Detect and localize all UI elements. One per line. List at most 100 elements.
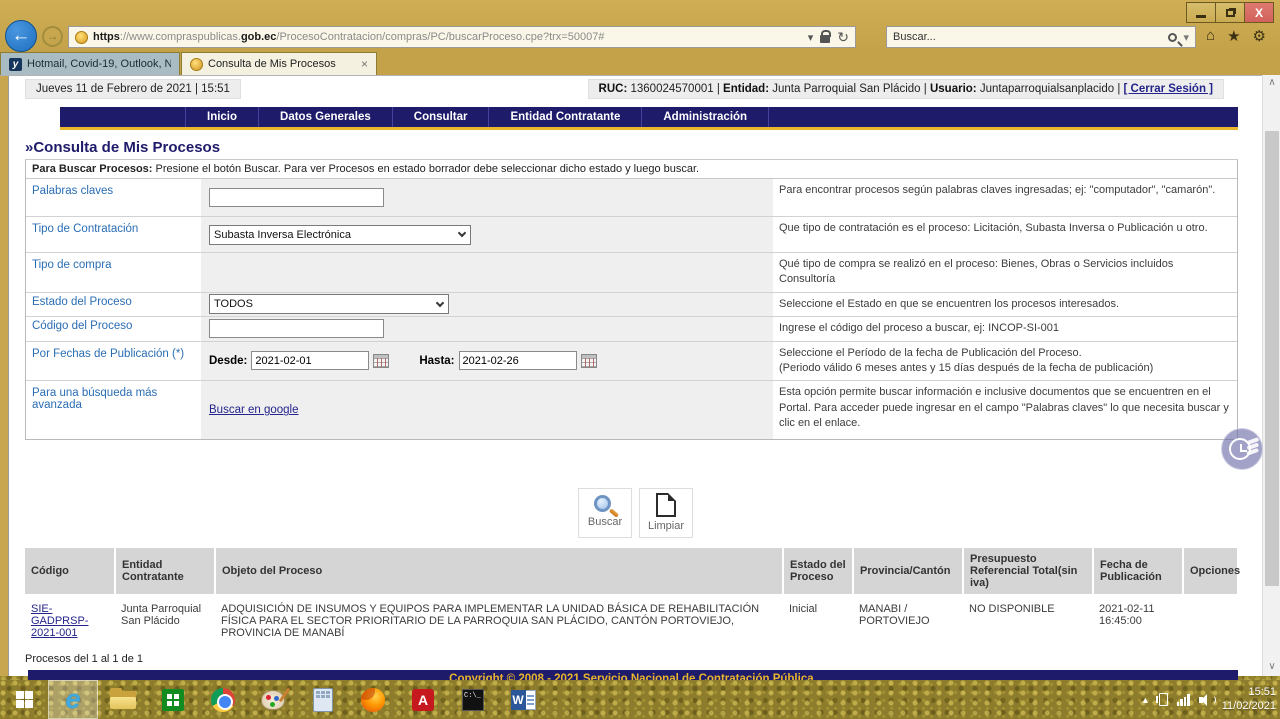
scroll-down-button[interactable]: ∨ (1263, 659, 1280, 676)
col-opciones: Opciones (1183, 548, 1238, 596)
session-bar: Jueves 11 de Febrero de 2021 | 15:51 RUC… (25, 79, 1224, 99)
tab-bar: y Hotmail, Covid-19, Outlook, N... Consu… (0, 52, 1280, 75)
buscar-button[interactable]: Buscar (578, 488, 632, 538)
estado-proceso-select[interactable]: TODOS (209, 294, 449, 314)
tab-hotmail[interactable]: y Hotmail, Covid-19, Outlook, N... (0, 52, 180, 75)
form-instruction: Para Buscar Procesos: Presione el botón … (26, 160, 1237, 179)
vertical-scrollbar[interactable]: ∧ ∨ (1262, 75, 1280, 676)
tipo-contratacion-select[interactable]: Subasta Inversa Electrónica (209, 225, 471, 245)
desde-label: Desde: (209, 355, 247, 367)
taskbar-adobe-reader[interactable]: A (398, 680, 448, 719)
scrollbar-thumb[interactable] (1265, 131, 1279, 586)
table-row: SIE-GADPRSP-2021-001 Junta Parroquial Sa… (25, 596, 1238, 646)
tray-expand-icon[interactable]: ▲ (1141, 695, 1150, 705)
search-icon[interactable] (1168, 33, 1177, 42)
col-fecha: Fecha de Publicación (1093, 548, 1183, 596)
field-help: Ingrese el código del proceso a buscar, … (773, 317, 1237, 340)
tab-close-icon[interactable]: × (361, 57, 368, 71)
window-close-button[interactable]: X (1244, 2, 1274, 23)
taskbar-chrome[interactable] (198, 680, 248, 719)
nav-item-consultar[interactable]: Consultar (393, 107, 490, 127)
browser-chrome: X ← → https://www.compraspublicas.gob.ec… (0, 0, 1280, 52)
proceso-link[interactable]: SIE-GADPRSP-2021-001 (31, 603, 88, 639)
results-table: Código Entidad Contratante Objeto del Pr… (25, 548, 1239, 645)
taskbar-clock[interactable]: 15:51 11/02/2021 (1222, 686, 1276, 714)
fecha-desde-input[interactable] (251, 351, 369, 370)
search-placeholder[interactable]: Buscar... (893, 31, 1168, 43)
limpiar-button[interactable]: Limpiar (639, 488, 693, 538)
browser-search-box[interactable]: Buscar... ▾ (886, 26, 1196, 48)
network-bars-icon[interactable] (1177, 694, 1190, 706)
calendar-icon[interactable] (373, 354, 389, 368)
cell-objeto: ADQUISICIÓN DE INSUMOS Y EQUIPOS PARA IM… (215, 596, 783, 646)
cell-entidad: Junta Parroquial San Plácido (115, 596, 215, 646)
logout-link[interactable]: [ Cerrar Sesión ] (1124, 83, 1213, 95)
mobile-signal-icon[interactable] (1159, 693, 1168, 706)
refresh-icon[interactable]: ↻ (837, 29, 849, 46)
address-bar[interactable]: https://www.compraspublicas.gob.ec/Proce… (68, 26, 856, 48)
fecha-hasta-input[interactable] (459, 351, 577, 370)
taskbar-microsoft-store[interactable] (148, 680, 198, 719)
window-restore-button[interactable] (1215, 2, 1245, 23)
field-help: Seleccione el Período de la fecha de Pub… (773, 342, 1237, 381)
col-objeto: Objeto del Proceso (215, 548, 783, 596)
field-label: Tipo de compra (26, 253, 201, 292)
form-row-palabras-claves: Palabras claves Para encontrar procesos … (26, 179, 1237, 217)
field-label: Código del Proceso (26, 317, 201, 340)
site-favicon (75, 31, 88, 44)
floating-clock-widget[interactable] (1221, 428, 1263, 470)
taskbar-firefox[interactable] (348, 680, 398, 719)
page-title: »Consulta de Mis Procesos (25, 139, 1238, 160)
tab-consulta-procesos[interactable]: Consulta de Mis Procesos × (181, 52, 377, 75)
chrome-icon (211, 688, 235, 712)
col-provincia: Provincia/Cantón (853, 548, 963, 596)
favorites-star-icon[interactable]: ★ (1227, 27, 1240, 45)
taskbar-word[interactable]: W (498, 680, 548, 719)
field-label: Palabras claves (26, 179, 201, 216)
taskbar-file-explorer[interactable] (98, 680, 148, 719)
clock-time: 15:51 (1222, 686, 1276, 700)
taskbar-internet-explorer[interactable]: e (48, 680, 98, 719)
compraspublicas-favicon (190, 58, 203, 71)
nav-item-entidad-contratante[interactable]: Entidad Contratante (489, 107, 642, 127)
field-help: Para encontrar procesos según palabras c… (773, 179, 1237, 216)
windows-taskbar: e A C:\_ W ▲ 15:51 11/02/2021 (0, 680, 1280, 719)
nav-item-administracion[interactable]: Administración (642, 107, 769, 127)
browser-window: X ← → https://www.compraspublicas.gob.ec… (0, 0, 1280, 676)
palabras-claves-input[interactable] (209, 188, 384, 207)
nav-item-inicio[interactable]: Inicio (185, 107, 259, 127)
settings-gear-icon[interactable]: ⚙ (1253, 27, 1266, 45)
window-minimize-button[interactable] (1186, 2, 1216, 23)
internet-explorer-icon: e (65, 686, 80, 713)
folder-icon (110, 691, 136, 709)
col-estado: Estado del Proceso (783, 548, 853, 596)
start-button[interactable] (0, 680, 48, 719)
calculator-icon (313, 688, 333, 712)
taskbar-calculator[interactable] (298, 680, 348, 719)
url-dropdown-icon[interactable]: ▾ (808, 31, 814, 44)
pagination-text: Procesos del 1 al 1 de 1 (25, 653, 1246, 665)
volume-icon[interactable] (1199, 694, 1213, 706)
form-row-tipo-compra: Tipo de compra Qué tipo de compra se rea… (26, 253, 1237, 293)
buscar-en-google-link[interactable]: Buscar en google (209, 404, 299, 416)
back-button[interactable]: ← (5, 20, 37, 52)
taskbar-paint[interactable] (248, 680, 298, 719)
calendar-icon[interactable] (581, 354, 597, 368)
minimize-icon (1196, 15, 1206, 18)
form-row-fechas-publicacion: Por Fechas de Publicación (*) Desde: Has… (26, 342, 1237, 382)
entidad-label: Entidad: (723, 83, 769, 95)
field-label: Por Fechas de Publicación (*) (26, 342, 201, 381)
codigo-proceso-input[interactable] (209, 319, 384, 338)
url-text[interactable]: https://www.compraspublicas.gob.ec/Proce… (93, 31, 808, 43)
wing-icon (1247, 437, 1260, 445)
nav-item-datos-generales[interactable]: Datos Generales (259, 107, 393, 127)
taskbar-command-prompt[interactable]: C:\_ (448, 680, 498, 719)
cell-presupuesto: NO DISPONIBLE (963, 596, 1093, 646)
forward-button[interactable]: → (42, 26, 63, 47)
scroll-up-button[interactable]: ∧ (1263, 75, 1280, 92)
cell-estado: Inicial (783, 596, 853, 646)
hotmail-favicon: y (9, 58, 22, 71)
home-icon[interactable]: ⌂ (1206, 27, 1215, 45)
word-icon: W (511, 690, 536, 710)
search-dropdown-icon[interactable]: ▾ (1183, 31, 1189, 44)
